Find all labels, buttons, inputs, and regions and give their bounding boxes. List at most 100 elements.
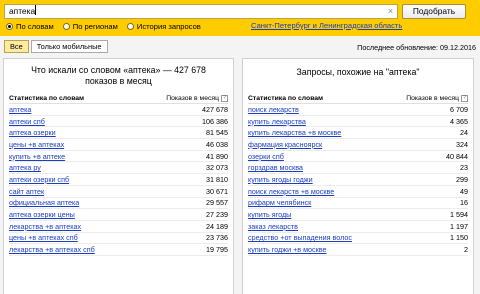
table-row: лекарства +в аптеках спб 19 795 (9, 244, 228, 256)
impressions-count: 2 (464, 245, 468, 255)
impressions-count: 106 386 (202, 116, 228, 126)
table-header: Статистика по словам Показов в месяц ? (9, 93, 228, 104)
table-row: цены +в аптеках спб 23 736 (9, 233, 228, 245)
keyword-link[interactable]: аптека (9, 105, 31, 114)
impressions-count: 1 150 (450, 233, 468, 243)
keyword-link[interactable]: купить лекарства (248, 117, 306, 126)
table-row: аптека озерки цены 27 239 (9, 209, 228, 221)
keyword-link[interactable]: фармация красноярск (248, 140, 322, 149)
table-row: поиск лекарств +в москве 49 (248, 186, 468, 198)
mode-by-words[interactable]: По словам (6, 22, 54, 31)
table-row: купить годжи +в москве 2 (248, 244, 468, 256)
keyword-link[interactable]: купить лекарства +в москве (248, 128, 341, 137)
search-input[interactable]: аптека (4, 4, 398, 19)
column-header-count: Показов в месяц ? (166, 94, 228, 102)
table-row: лекарства +в аптеках 24 189 (9, 221, 228, 233)
title-line: Что искали со словом «аптека» — 427 678 (31, 65, 206, 75)
keyword-link[interactable]: горздрав москва (248, 163, 303, 172)
keyword-link[interactable]: купить ягоды (248, 210, 291, 219)
table-row: купить ягоды 1 594 (248, 209, 468, 221)
keyword-link[interactable]: лекарства +в аптеках (9, 222, 81, 231)
keyword-link[interactable]: поиск лекарств (248, 105, 299, 114)
keyword-link[interactable]: цены +в аптеках спб (9, 233, 78, 242)
radio-icon[interactable] (126, 23, 134, 30)
impressions-count: 299 (456, 174, 468, 184)
table-row: сайт аптек 30 671 (9, 186, 228, 198)
keyword-link[interactable]: аптека ру (9, 163, 41, 172)
keyword-link[interactable]: сайт аптек (9, 187, 44, 196)
impressions-count: 4 365 (450, 116, 468, 126)
clear-icon[interactable]: × (386, 7, 395, 16)
impressions-count: 29 557 (206, 198, 228, 208)
impressions-count: 41 890 (206, 151, 228, 161)
filter-mobile-button[interactable]: Только мобильные (30, 40, 108, 53)
region-selector-link[interactable]: Санкт-Петербург и Ленинградская область (251, 21, 402, 30)
mode-by-regions[interactable]: По регионам (62, 22, 118, 31)
keyword-link[interactable]: средство +от выпадения волос (248, 233, 352, 242)
column-header-count-label: Показов в месяц (166, 94, 219, 102)
keyword-link[interactable]: рифарм челябинск (248, 198, 311, 207)
table-row: купить ягоды годжи 299 (248, 174, 468, 186)
table-row: официальная аптека 29 557 (9, 198, 228, 210)
search-query: аптека (9, 6, 36, 16)
table-row: поиск лекарств 6 709 (248, 104, 468, 116)
impressions-count: 24 189 (206, 221, 228, 231)
impressions-count: 23 736 (206, 233, 228, 243)
column-header-count: Показов в месяц ? (406, 94, 468, 102)
impressions-count: 1 197 (450, 221, 468, 231)
table-row: озерки спб 40 844 (248, 151, 468, 163)
table-row: цены +в аптеках 46 038 (9, 139, 228, 151)
impressions-count: 24 (460, 128, 468, 138)
similar-panel-title: Запросы, похожие на "аптека" (296, 67, 420, 77)
table-row: аптека 427 678 (9, 104, 228, 116)
impressions-count: 6 709 (450, 104, 468, 114)
radio-icon[interactable] (62, 23, 70, 30)
keyword-link[interactable]: цены +в аптеках (9, 140, 64, 149)
column-header-count-label: Показов в месяц (406, 94, 459, 102)
table-row: аптека озерки 81 545 (9, 127, 228, 140)
mode-label: По словам (16, 22, 54, 31)
words-panel-title: Что искали со словом «аптека» — 427 678 … (4, 65, 233, 86)
keyword-link[interactable]: официальная аптека (9, 198, 79, 207)
impressions-count: 324 (456, 139, 468, 149)
keyword-link[interactable]: купить годжи +в москве (248, 245, 327, 254)
help-icon[interactable]: ? (461, 94, 468, 102)
keyword-link[interactable]: купить +в аптеке (9, 152, 65, 161)
table-row: аптеки спб 106 386 (9, 116, 228, 128)
table-row: купить лекарства 4 365 (248, 116, 468, 128)
keyword-link[interactable]: аптека озерки цены (9, 210, 75, 219)
table-row: горздрав москва 23 (248, 162, 468, 175)
search-header: аптека × Подобрать По словам По регионам… (0, 0, 480, 36)
table-header: Статистика по словам Показов в месяц ? (248, 93, 468, 104)
filter-all-button[interactable]: Все (4, 40, 29, 53)
impressions-count: 40 844 (446, 151, 468, 161)
words-panel: Что искали со словом «аптека» — 427 678 … (3, 58, 234, 294)
impressions-count: 46 038 (206, 139, 228, 149)
keyword-link[interactable]: озерки спб (248, 152, 284, 161)
table-row: заказ лекарств 1 197 (248, 221, 468, 233)
similar-table: Статистика по словам Показов в месяц ? п… (248, 93, 468, 256)
table-row: купить +в аптеке 41 890 (9, 151, 228, 163)
mode-label: История запросов (136, 22, 201, 31)
keyword-link[interactable]: купить ягоды годжи (248, 175, 313, 184)
keyword-link[interactable]: аптеки озерки спб (9, 175, 69, 184)
keyword-link[interactable]: аптека озерки (9, 128, 56, 137)
last-updated: Последнее обновление: 09.12.2016 (357, 43, 476, 52)
keyword-link[interactable]: аптеки спб (9, 117, 45, 126)
search-mode-group: По словам По регионам История запросов (6, 21, 210, 32)
keyword-link[interactable]: поиск лекарств +в москве (248, 187, 334, 196)
column-header-keyword: Статистика по словам (9, 94, 85, 102)
keyword-link[interactable]: лекарства +в аптеках спб (9, 245, 95, 254)
mode-history[interactable]: История запросов (126, 22, 201, 31)
table-row: купить лекарства +в москве 24 (248, 127, 468, 140)
table-row: аптеки озерки спб 31 810 (9, 174, 228, 186)
text-caret (35, 5, 37, 15)
search-button[interactable]: Подобрать (402, 4, 466, 19)
help-icon[interactable]: ? (221, 94, 228, 102)
impressions-count: 1 594 (450, 210, 468, 220)
impressions-count: 19 795 (206, 245, 228, 255)
keyword-link[interactable]: заказ лекарств (248, 222, 298, 231)
impressions-count: 31 810 (206, 174, 228, 184)
table-row: средство +от выпадения волос 1 150 (248, 233, 468, 245)
radio-selected-icon[interactable] (6, 23, 13, 30)
